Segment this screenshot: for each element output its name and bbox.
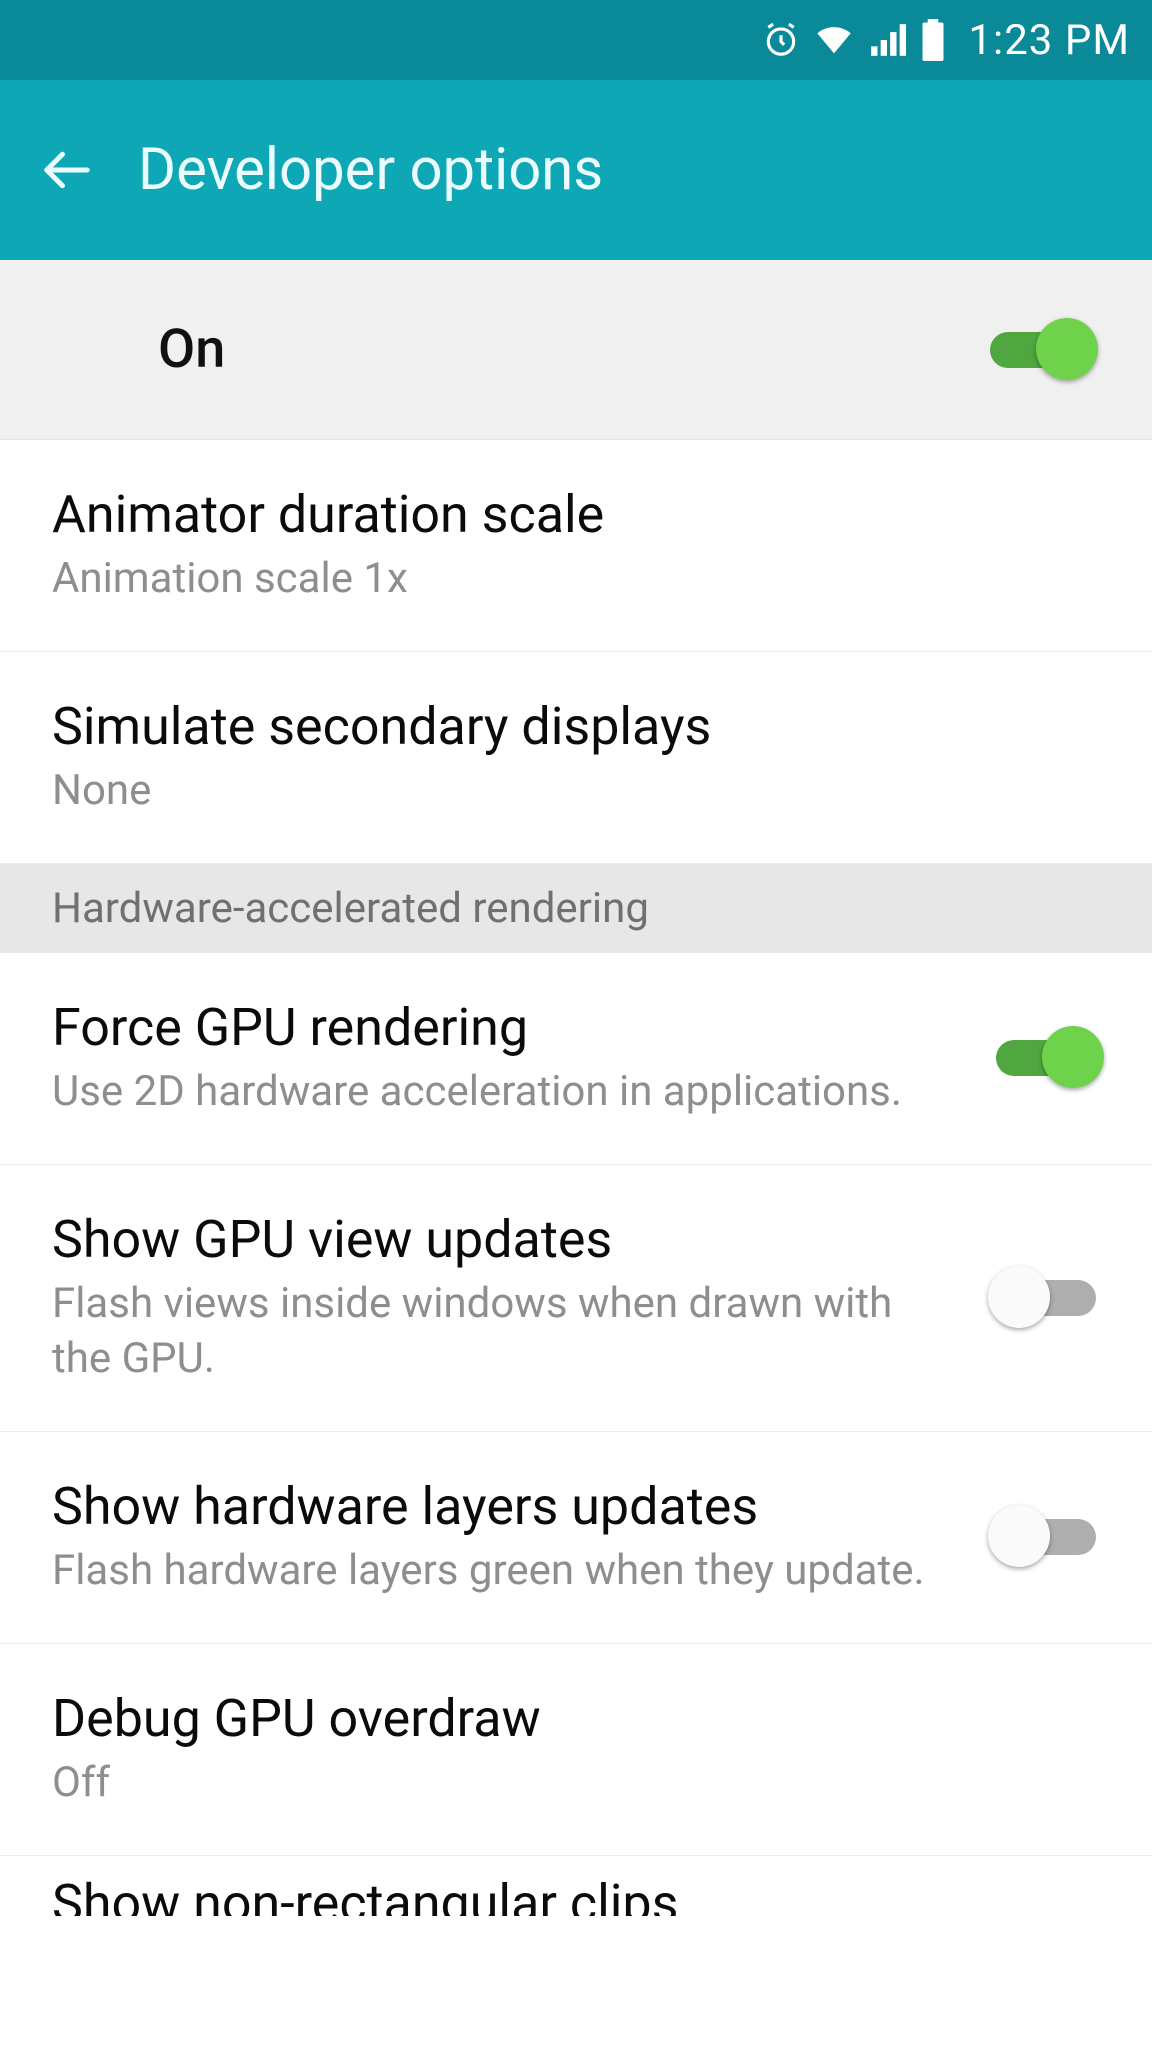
toggle-force-gpu-rendering[interactable]: [992, 1028, 1100, 1088]
item-title: Show hardware layers updates: [52, 1476, 956, 1538]
item-subtitle: Use 2D hardware acceleration in applicat…: [52, 1065, 956, 1120]
master-toggle-switch[interactable]: [986, 320, 1094, 380]
back-arrow-icon[interactable]: [40, 143, 94, 197]
status-bar: 1:23 PM: [0, 0, 1152, 80]
section-header-hardware-rendering: Hardware-accelerated rendering: [0, 864, 1152, 953]
setting-force-gpu-rendering[interactable]: Force GPU rendering Use 2D hardware acce…: [0, 953, 1152, 1165]
item-subtitle: Flash views inside windows when drawn wi…: [52, 1277, 956, 1386]
page-title: Developer options: [138, 136, 603, 204]
app-bar: Developer options: [0, 80, 1152, 260]
item-subtitle: Off: [52, 1756, 1100, 1811]
item-subtitle: Flash hardware layers green when they up…: [52, 1544, 956, 1599]
wifi-icon: [814, 20, 854, 60]
status-icons: [762, 19, 946, 61]
master-toggle-row[interactable]: On: [0, 260, 1152, 440]
status-time: 1:23 PM: [968, 16, 1130, 65]
setting-simulate-secondary-displays[interactable]: Simulate secondary displays None: [0, 652, 1152, 864]
item-title: Simulate secondary displays: [52, 696, 1100, 758]
master-toggle-label: On: [158, 318, 986, 381]
item-title: Show GPU view updates: [52, 1209, 956, 1271]
cellular-signal-icon: [868, 21, 906, 59]
setting-show-non-rectangular-clips[interactable]: Show non-rectangular clips: [0, 1856, 1152, 1916]
setting-debug-gpu-overdraw[interactable]: Debug GPU overdraw Off: [0, 1644, 1152, 1856]
alarm-icon: [762, 21, 800, 59]
toggle-show-hardware-layers-updates[interactable]: [992, 1507, 1100, 1567]
battery-icon: [920, 19, 946, 61]
item-subtitle: None: [52, 764, 1100, 819]
toggle-show-gpu-view-updates[interactable]: [992, 1268, 1100, 1328]
setting-show-hardware-layers-updates[interactable]: Show hardware layers updates Flash hardw…: [0, 1432, 1152, 1644]
setting-show-gpu-view-updates[interactable]: Show GPU view updates Flash views inside…: [0, 1165, 1152, 1432]
item-subtitle: Animation scale 1x: [52, 552, 1100, 607]
item-title: Force GPU rendering: [52, 997, 956, 1059]
setting-animator-duration-scale[interactable]: Animator duration scale Animation scale …: [0, 440, 1152, 652]
item-title: Animator duration scale: [52, 484, 1100, 546]
settings-list: Animator duration scale Animation scale …: [0, 440, 1152, 1916]
item-title: Debug GPU overdraw: [52, 1688, 1100, 1750]
item-title: Show non-rectangular clips: [52, 1873, 1100, 1915]
